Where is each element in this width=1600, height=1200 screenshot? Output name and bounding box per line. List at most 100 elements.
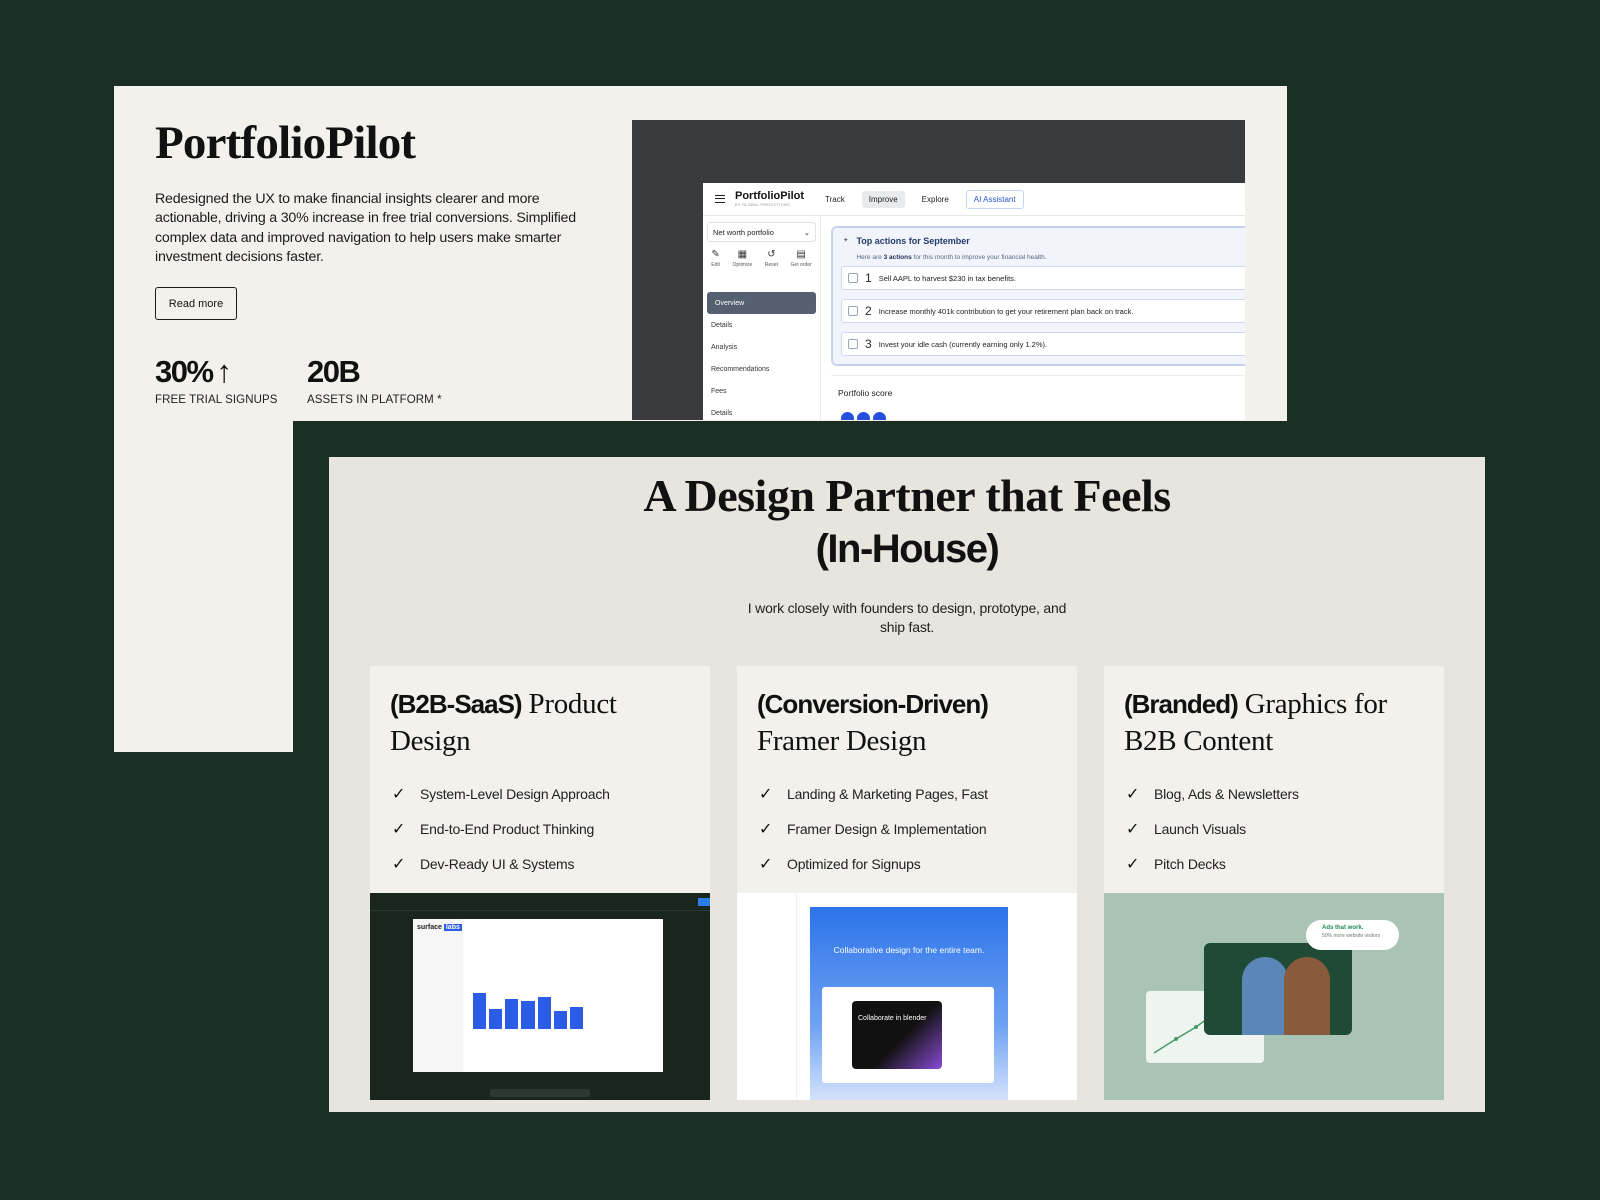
service-card-product-design[interactable]: (B2B-SaaS) Product Design ✓ System-Level … [370, 666, 710, 1100]
sidebar-item-overview[interactable]: Overview [707, 292, 816, 314]
check-icon: ✓ [759, 855, 773, 873]
check-icon: ✓ [392, 855, 406, 873]
menu-icon[interactable] [715, 195, 725, 203]
check-icon: ✓ [1126, 855, 1140, 873]
actions-title: Top actions for September [856, 236, 970, 246]
feature-item: ✓ Landing & Marketing Pages, Fast [759, 785, 988, 803]
app-screenshot: PortfolioPilot BY GLOBAL PREDICTIONS Tra… [632, 120, 1245, 420]
action-checkbox[interactable] [848, 339, 858, 349]
stat-label: ASSETS IN PLATFORM * [307, 394, 442, 406]
service-card-b2b-graphics[interactable]: (Branded) Graphics for B2B Content ✓ Blog… [1104, 666, 1444, 1100]
service-features: ✓ Landing & Marketing Pages, Fast ✓ Framer… [759, 776, 988, 881]
section-headline-bold: (In-House) [815, 527, 1000, 571]
tool-reset[interactable]: ↺ Reset [765, 249, 778, 269]
action-checkbox[interactable] [848, 306, 858, 316]
feature-item: ✓ Launch Visuals [1126, 820, 1246, 838]
nav-ai-assistant[interactable]: AI Assistant [965, 189, 1024, 209]
check-icon: ✓ [759, 785, 773, 803]
sidebar-item-recommendations[interactable]: Recommendations [703, 358, 820, 380]
mockup-bar [505, 999, 519, 1029]
order-icon: ▤ [796, 249, 806, 260]
surface-logo: surface labs [417, 924, 462, 931]
landing-page-mockup: Collaborative design for the entire team… [810, 907, 1008, 1100]
dashboard-mockup: surface labs [413, 919, 663, 1072]
arrow-up-icon: ↑ [216, 354, 233, 389]
sidebar-item-details-2[interactable]: Details [703, 402, 820, 420]
action-item[interactable]: 1 Sell AAPL to harvest $230 in tax benef… [841, 266, 1245, 290]
mockup-bar [521, 1001, 535, 1029]
sidebar-item-details[interactable]: Details [703, 314, 820, 336]
nav-track[interactable]: Track [818, 191, 852, 208]
feature-item: ✓ System-Level Design Approach [392, 785, 610, 803]
framer-design-preview: Collaborative design for the entire team… [737, 893, 1077, 1100]
app-sidebar: Net worth portfolio ⌄ ✎ Edit ▦ Optimize ↺ R… [703, 216, 821, 420]
layers-panel [737, 893, 797, 1100]
edit-icon: ✎ [711, 249, 720, 260]
case-study-title: PortfolioPilot [155, 117, 416, 169]
portfolio-tools: ✎ Edit ▦ Optimize ↺ Reset ▤ Get order [705, 249, 818, 269]
score-title: Portfolio score [838, 388, 893, 398]
feature-item: ✓ Framer Design & Implementation [759, 820, 987, 838]
mockup-bar [537, 997, 551, 1029]
nav-improve[interactable]: Improve [861, 190, 905, 208]
case-study-description: Redesigned the UX to make financial insi… [155, 191, 576, 265]
service-title: (Branded) Graphics for B2B Content [1124, 688, 1387, 757]
sidebar-links: Overview Details Analysis Recommendation… [703, 292, 820, 420]
stat-value: 30% [155, 354, 214, 389]
action-item[interactable]: 2 Increase monthly 401k contribution to … [841, 299, 1245, 323]
action-item[interactable]: 3 Invest your idle cash (currently earni… [841, 332, 1245, 356]
chevron-down-icon: ⌄ [803, 227, 810, 237]
feature-item: ✓ Dev-Ready UI & Systems [392, 855, 575, 873]
check-icon: ✓ [759, 820, 773, 838]
team-photo [1204, 943, 1352, 1035]
section-headline: A Design Partner that Feels [643, 470, 1171, 521]
stat-free-trial: 30% ↑ FREE TRIAL SIGNUPS [155, 354, 278, 406]
tool-optimize[interactable]: ▦ Optimize [733, 249, 753, 269]
portfolio-score-panel: Portfolio score [831, 375, 1245, 420]
action-checkbox[interactable] [848, 273, 858, 283]
ads-badge: Ads that work. 50% more website visitors [1306, 920, 1399, 950]
check-icon: ✓ [1126, 785, 1140, 803]
mockup-bar [473, 993, 487, 1029]
service-card-framer-design[interactable]: (Conversion-Driven) Framer Design ✓ Landi… [737, 666, 1077, 1100]
mockup-card-text: Collaborate in blender [858, 1015, 927, 1022]
mockup-bar [553, 1011, 567, 1029]
service-features: ✓ System-Level Design Approach ✓ End-to-En… [392, 776, 610, 881]
mockup-bar [569, 1007, 583, 1029]
optimize-icon: ▦ [737, 249, 748, 260]
feature-item: ✓ Pitch Decks [1126, 855, 1226, 873]
score-indicator [841, 412, 1245, 420]
actions-subtitle: Here are 3 actions for this month to imp… [856, 254, 1047, 261]
feature-item: ✓ Optimized for Signups [759, 855, 921, 873]
reset-icon: ↺ [767, 249, 776, 260]
mockup-bar [489, 1009, 503, 1029]
read-more-button[interactable]: Read more [155, 287, 237, 320]
feature-item: ✓ End-to-End Product Thinking [392, 820, 595, 838]
service-title: (Conversion-Driven) Framer Design [757, 689, 989, 757]
stat-label: FREE TRIAL SIGNUPS [155, 394, 278, 406]
graphics-preview: Ads that work. 50% more website visitors [1104, 893, 1444, 1100]
top-actions-panel: ✦ Top actions for September Here are 3 a… [831, 226, 1245, 366]
service-title: (B2B-SaaS) Product Design [390, 688, 617, 757]
product-design-preview: surface labs [370, 893, 710, 1100]
portfolio-select[interactable]: Net worth portfolio ⌄ [707, 222, 816, 242]
app-window: PortfolioPilot BY GLOBAL PREDICTIONS Tra… [703, 183, 1245, 420]
sidebar-item-fees[interactable]: Fees [703, 380, 820, 402]
tool-get-order[interactable]: ▤ Get order [791, 249, 812, 269]
check-icon: ✓ [1126, 820, 1140, 838]
tool-edit[interactable]: ✎ Edit [711, 249, 720, 269]
editor-bottom-toolbar [490, 1089, 590, 1097]
mockup-headline: Collaborative design for the entire team… [833, 945, 985, 955]
section-subtitle: I work closely with founders to design, … [747, 600, 1067, 635]
app-logo: PortfolioPilot BY GLOBAL PREDICTIONS [735, 190, 805, 207]
stat-value: 20B [307, 354, 361, 389]
editor-toolbar [370, 893, 710, 911]
service-features: ✓ Blog, Ads & Newsletters ✓ Launch Visuals… [1126, 776, 1299, 881]
sparkle-icon: ✦ [843, 237, 849, 244]
bar-chart-mockup [473, 989, 583, 1029]
sidebar-item-analysis[interactable]: Analysis [703, 336, 820, 358]
check-icon: ✓ [392, 785, 406, 803]
design-partner-section: A Design Partner that Feels (In-House) I… [329, 457, 1485, 1112]
app-top-nav: PortfolioPilot BY GLOBAL PREDICTIONS Tra… [703, 183, 1245, 216]
nav-explore[interactable]: Explore [915, 191, 956, 208]
